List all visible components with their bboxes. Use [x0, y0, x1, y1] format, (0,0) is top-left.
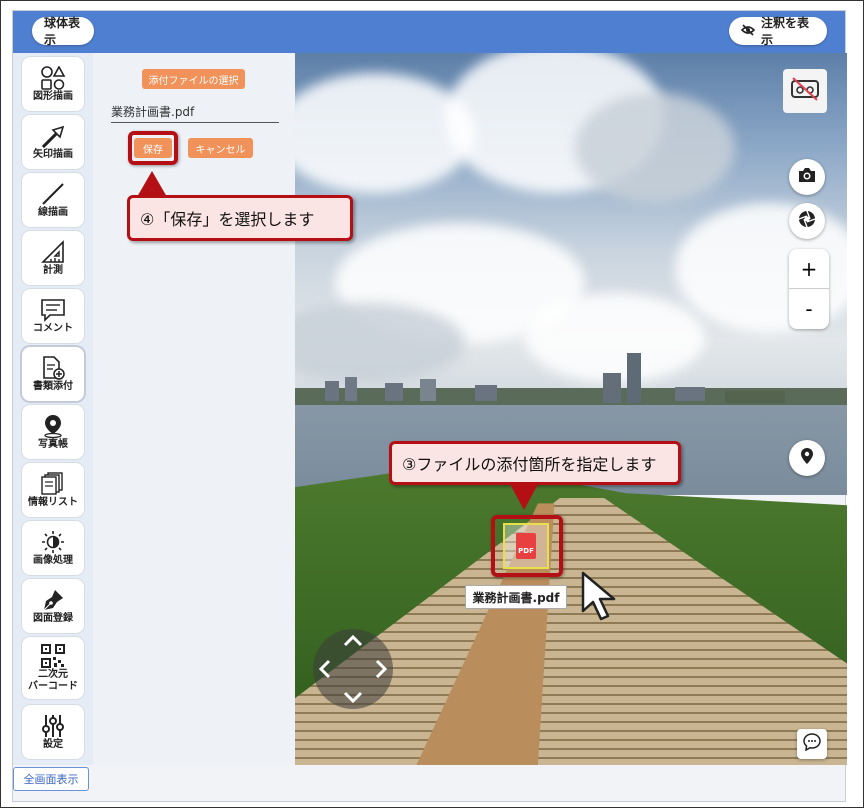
panorama-viewer[interactable]: + - PDF 業務計画書.pdf [295, 53, 847, 765]
save-highlight-box [128, 131, 178, 165]
sphere-view-label: 球体表示 [44, 16, 81, 47]
camera-icon [798, 167, 816, 187]
fullscreen-label: 全画面表示 [23, 773, 79, 786]
qr-code-icon [39, 643, 67, 669]
navigation-pad[interactable] [313, 629, 393, 709]
tool-sidebar: 図形描画 矢印描画 線描画 計測 コメント 書類添付 写真帳 情報リスト 画像処… [13, 53, 93, 765]
file-name-field[interactable]: 業務計画書.pdf [111, 103, 279, 123]
sliders-icon [39, 713, 67, 739]
zoom-in-button[interactable]: + [789, 249, 829, 289]
callout-step3-text: ③ファイルの添付箇所を指定します [402, 455, 657, 474]
sidebar-item-comment[interactable]: コメント [22, 289, 84, 343]
eye-slash-icon [740, 23, 756, 39]
attachment-panel: 添付ファイルの選択 業務計画書.pdf 保存 キャンセル [93, 53, 295, 765]
callout-pointer [510, 484, 538, 510]
zoom-control: + - [789, 249, 829, 329]
chat-icon [803, 733, 821, 755]
callout-step4-box: ④「保存」を選択します [127, 195, 353, 241]
shapes-icon [39, 65, 67, 91]
location-pin-icon [800, 447, 814, 469]
sidebar-item-arrow[interactable]: 矢印描画 [22, 115, 84, 169]
app-window: 球体表示 注釈を表示 図形描画 矢印描画 線描画 計測 コメント 書類添付 写真… [12, 10, 847, 802]
attachment-highlight-box [491, 515, 563, 577]
sidebar-item-photo-book[interactable]: 写真帳 [22, 405, 84, 459]
document-attach-icon [39, 355, 67, 381]
header-bar: 球体表示 注釈を表示 [13, 11, 845, 53]
line-icon [39, 181, 67, 207]
sidebar-item-document-attach[interactable]: 書類添付 [22, 347, 84, 401]
brightness-icon [39, 529, 67, 555]
sphere-view-button[interactable]: 球体表示 [32, 16, 94, 47]
mouse-cursor-icon [581, 571, 616, 621]
attachment-label: 業務計画書.pdf [465, 585, 567, 609]
attachment-label-text: 業務計画書.pdf [472, 590, 560, 605]
cloud [575, 93, 735, 203]
sidebar-item-label: コメント [33, 323, 73, 334]
sidebar-item-label: 計測 [43, 265, 63, 276]
cancel-label: キャンセル [195, 144, 246, 156]
fullscreen-button[interactable]: 全画面表示 [13, 767, 89, 791]
sidebar-item-label: 矢印描画 [33, 149, 73, 160]
zoom-out-button[interactable]: - [789, 289, 829, 329]
show-annotations-button[interactable]: 注釈を表示 [729, 16, 827, 47]
sidebar-item-qr-code[interactable]: 二次元 バーコード [22, 637, 84, 699]
direction-arrows-icon [318, 634, 388, 704]
info-list-icon [39, 471, 67, 497]
location-pin-icon [39, 413, 67, 439]
sidebar-item-label: 情報リスト [28, 497, 78, 508]
sidebar-item-label: 画像処理 [33, 555, 73, 566]
vr-off-icon [790, 76, 820, 106]
sidebar-item-label: 写真帳 [38, 439, 68, 450]
screenshot-button[interactable] [789, 159, 825, 195]
ruler-icon [39, 239, 67, 265]
chat-button[interactable] [797, 729, 827, 759]
show-annotations-label: 注釈を表示 [761, 16, 810, 47]
file-name-value: 業務計画書.pdf [111, 105, 195, 119]
sidebar-item-label: 線描画 [38, 207, 68, 218]
sidebar-item-measure[interactable]: 計測 [22, 231, 84, 285]
select-file-button[interactable]: 添付ファイルの選択 [142, 69, 245, 89]
arrow-icon [39, 123, 67, 149]
sidebar-item-info-list[interactable]: 情報リスト [22, 463, 84, 517]
location-button[interactable] [789, 440, 825, 476]
sidebar-item-label: 図面登録 [33, 613, 73, 624]
sidebar-item-settings[interactable]: 設定 [22, 705, 84, 759]
aperture-button[interactable] [789, 203, 825, 239]
sidebar-item-drawing-register[interactable]: 図面登録 [22, 579, 84, 633]
sidebar-item-label: 設定 [43, 739, 63, 750]
vr-toggle-button[interactable] [783, 69, 827, 113]
callout-step3-box: ③ファイルの添付箇所を指定します [389, 441, 681, 485]
select-file-label: 添付ファイルの選択 [148, 75, 239, 87]
comment-icon [39, 297, 67, 323]
sidebar-item-line[interactable]: 線描画 [22, 173, 84, 227]
callout-step4-text: ④「保存」を選択します [140, 210, 315, 229]
pen-nib-icon [39, 587, 67, 613]
sidebar-item-label: 書類添付 [33, 381, 73, 392]
cancel-button[interactable]: キャンセル [188, 138, 253, 158]
sidebar-item-label: 図形描画 [33, 91, 73, 102]
sidebar-item-label: 二次元 バーコード [28, 669, 78, 692]
sidebar-item-shapes[interactable]: 図形描画 [22, 57, 84, 111]
sidebar-item-image-processing[interactable]: 画像処理 [22, 521, 84, 575]
aperture-icon [798, 210, 816, 232]
